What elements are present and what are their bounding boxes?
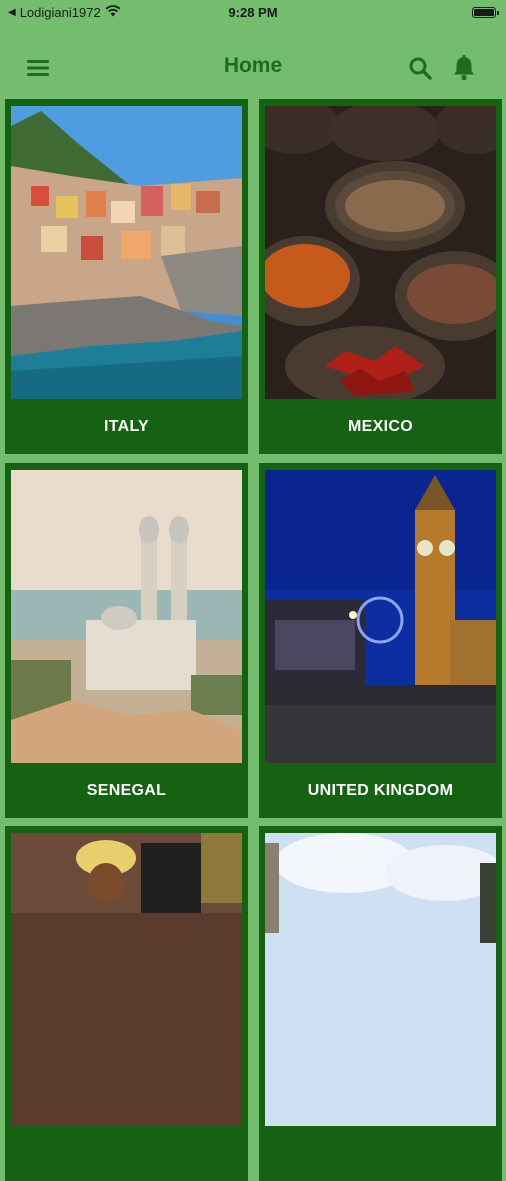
united-kingdom-photo <box>265 470 496 763</box>
country-label: UNITED KINGDOM <box>307 781 454 799</box>
status-time: 9:28 PM <box>228 5 278 20</box>
country-card-senegal[interactable]: SENEGAL <box>5 463 248 818</box>
country-label: ITALY <box>103 417 150 435</box>
status-bar: ◀ Lodigiani1972 9:28 PM <box>0 0 506 26</box>
country-label <box>5 1126 248 1181</box>
senegal-photo <box>11 470 242 763</box>
country-card-united-kingdom[interactable]: UNITED KINGDOM <box>259 463 502 818</box>
italy-photo <box>11 106 242 399</box>
country-card-6[interactable] <box>259 826 502 1181</box>
country-6-photo <box>265 833 496 1126</box>
country-label <box>259 1126 502 1181</box>
country-card-italy[interactable]: ITALY <box>5 99 248 454</box>
battery-icon <box>472 7 499 18</box>
mexico-photo <box>265 106 496 399</box>
nav-bar: Home <box>0 26 506 98</box>
country-card-mexico[interactable]: MEXICO <box>259 99 502 454</box>
search-icon[interactable] <box>406 54 434 82</box>
country-card-5[interactable] <box>5 826 248 1181</box>
bell-icon[interactable] <box>450 54 478 82</box>
country-5-photo <box>11 833 242 1126</box>
country-label: SENEGAL <box>86 781 167 799</box>
country-label: MEXICO <box>348 417 413 435</box>
